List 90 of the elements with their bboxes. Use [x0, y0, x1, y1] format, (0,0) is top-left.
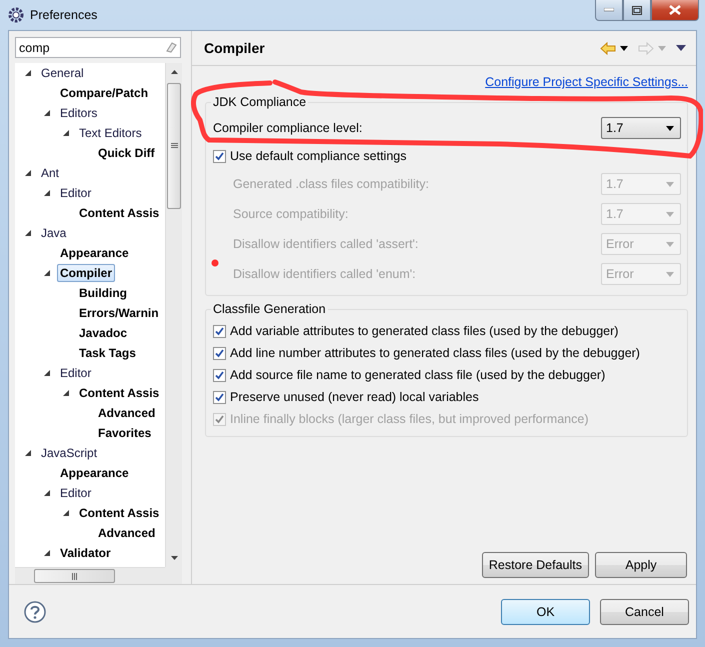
tree-item[interactable]: Ant [38, 164, 62, 182]
expanded-arrow-icon[interactable] [44, 110, 50, 116]
setting-label: Generated .class files compatibility: [233, 177, 429, 191]
expanded-arrow-icon[interactable] [44, 270, 50, 276]
checkbox-label: Use default compliance settings [230, 149, 406, 163]
checkbox-label: Add line number attributes to generated class files (used by the debugger) [230, 346, 640, 360]
tree-item[interactable]: Java [38, 224, 70, 242]
expanded-arrow-icon[interactable] [63, 390, 69, 396]
checkbox[interactable] [213, 346, 226, 360]
horizontal-scrollbar[interactable] [15, 567, 165, 584]
dialog-button[interactable]: OK [501, 598, 590, 624]
setting-label: Disallow identifiers called 'assert': [233, 237, 418, 251]
help-icon[interactable] [24, 600, 46, 622]
checkbox[interactable] [213, 368, 226, 382]
tree-item[interactable]: Task Tags [76, 344, 139, 362]
expanded-arrow-icon[interactable] [44, 190, 50, 196]
setting-label: Compiler compliance level: [213, 121, 362, 135]
tree-item[interactable]: Compare/Patch [57, 84, 152, 102]
setting-label: Source compatibility: [233, 207, 348, 221]
eraser-icon[interactable] [165, 41, 177, 53]
back-arrow-icon[interactable] [600, 42, 616, 54]
expanded-arrow-icon[interactable] [44, 490, 50, 496]
checkbox[interactable] [213, 150, 226, 162]
expanded-arrow-icon[interactable] [63, 130, 69, 136]
tree-item[interactable]: JavaScript [38, 444, 100, 462]
tree-item[interactable]: Building [76, 284, 130, 302]
group-title: Classfile Generation [212, 302, 327, 316]
tree-item[interactable]: Editor [57, 484, 94, 502]
page-title: Compiler [204, 40, 265, 56]
caret-icon [666, 126, 674, 130]
caret-icon [666, 212, 674, 216]
minimize-icon [604, 8, 614, 12]
caret-icon [620, 46, 628, 50]
page-button[interactable]: Restore Defaults [482, 552, 589, 578]
filter-field[interactable]: comp [15, 37, 181, 58]
expanded-arrow-icon[interactable] [25, 450, 31, 456]
expanded-arrow-icon[interactable] [63, 510, 69, 516]
tree-item[interactable]: Text Editors [76, 124, 145, 142]
compliance-select[interactable]: 1.7 [601, 117, 681, 139]
expanded-arrow-icon[interactable] [25, 70, 31, 76]
dialog-button[interactable]: Cancel [600, 598, 689, 624]
tree-item[interactable]: Editor [57, 364, 94, 382]
expanded-arrow-icon[interactable] [25, 170, 31, 176]
maximize-button[interactable] [623, 0, 651, 21]
tree-item[interactable]: Validator [57, 544, 114, 562]
tree-item[interactable]: Compiler [57, 264, 116, 282]
maximize-icon [632, 6, 642, 14]
checkbox[interactable] [213, 324, 226, 338]
tree-item[interactable]: Content Assis [76, 384, 162, 402]
tree-item[interactable]: General [38, 64, 87, 82]
project-settings-link[interactable]: Configure Project Specific Settings... [485, 75, 688, 89]
minimize-button[interactable] [595, 0, 623, 21]
setting-label: Disallow identifiers called 'enum': [233, 267, 416, 281]
checkbox[interactable] [213, 390, 226, 404]
tree-item[interactable]: Appearance [57, 464, 132, 482]
tree-item[interactable]: Content Assis [76, 504, 162, 522]
checkbox-label: Preserve unused (never read) local variables [230, 390, 479, 404]
tree-item[interactable]: Favorites [95, 424, 154, 442]
expanded-arrow-icon[interactable] [44, 550, 50, 556]
page-button[interactable]: Apply [595, 552, 687, 578]
checkbox-label: Add source file name to generated class file (used by the debugger) [230, 368, 606, 382]
expanded-arrow-icon[interactable] [25, 230, 31, 236]
group-title: JDK Compliance [212, 95, 308, 109]
caret-icon [658, 46, 666, 50]
menu-icon[interactable] [676, 45, 686, 51]
tree-item[interactable]: Advanced [95, 524, 158, 542]
close-button[interactable] [651, 0, 699, 21]
tree-item[interactable]: Editors [57, 104, 100, 122]
scroll-thumb[interactable] [167, 83, 181, 209]
checkbox-label: Inline finally blocks (larger class files, but improved performance) [230, 412, 588, 426]
tree-item[interactable]: Content Assis [76, 204, 162, 222]
caret-icon [666, 182, 674, 186]
vertical-scrollbar[interactable] [165, 63, 182, 567]
tree-item[interactable]: Editor [57, 184, 94, 202]
tree-item[interactable]: Appearance [57, 244, 132, 262]
scroll-thumb[interactable] [34, 569, 115, 583]
scroll-down-icon[interactable] [170, 556, 178, 560]
checkbox-label: Add variable attributes to generated class files (used by the debugger) [230, 324, 618, 338]
tree-item[interactable]: Errors/Warnin [76, 304, 162, 322]
caret-icon [666, 242, 674, 246]
tree-item[interactable]: Quick Diff [95, 144, 158, 162]
tree-item[interactable]: Advanced [95, 404, 158, 422]
annotation-dot [211, 259, 219, 267]
close-icon [669, 5, 681, 15]
tree-item[interactable]: Javadoc [76, 324, 130, 342]
scroll-up-icon[interactable] [170, 70, 178, 74]
window-title: Preferences [30, 8, 98, 22]
gear-icon [8, 7, 24, 23]
expanded-arrow-icon[interactable] [44, 370, 50, 376]
caret-icon [666, 272, 674, 276]
